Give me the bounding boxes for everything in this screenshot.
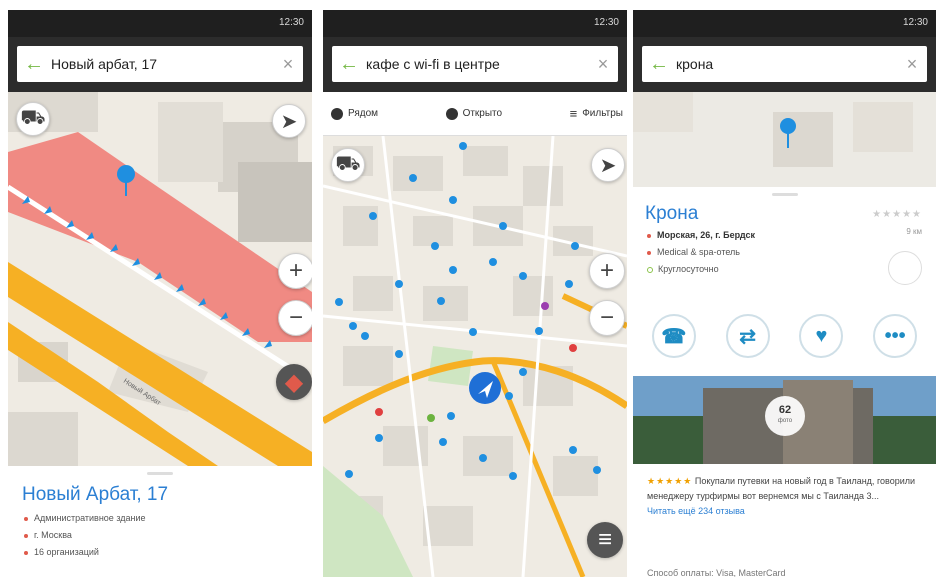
screen-address-search: 12:30 ← Новый арбат, 17 × Новый Арбат ⛟ … <box>8 10 312 577</box>
photo-count-badge[interactable]: 62 фото <box>765 396 805 436</box>
clock-icon <box>445 107 458 120</box>
map-view[interactable] <box>323 136 627 577</box>
status-time: 12:30 <box>278 17 304 28</box>
route-button[interactable]: ⇄ <box>725 314 770 358</box>
place-title: Крона <box>645 203 699 224</box>
locate-me-icon[interactable]: ➤ <box>272 104 306 138</box>
building <box>633 92 693 132</box>
status-time: 12:30 <box>902 17 928 28</box>
zoom-out-button[interactable]: − <box>278 300 312 336</box>
search-bar: ← крона × <box>633 37 936 92</box>
read-more-reviews-link[interactable]: Читать ещё 234 отзыва <box>647 506 745 516</box>
back-arrow-icon[interactable]: ← <box>642 53 676 76</box>
filter-icon: ≡ <box>569 106 578 121</box>
status-time: 12:30 <box>593 17 619 28</box>
screen-place-details: 12:30 ← крона × Крона ★★★★★ 9 км Морская… <box>633 10 936 577</box>
share-button[interactable] <box>888 251 922 285</box>
metro-marker <box>375 408 383 416</box>
bullet-icon <box>24 533 28 538</box>
search-box[interactable]: ← кафе с wi-fi в центре × <box>332 46 618 82</box>
search-bar: ← Новый арбат, 17 × <box>8 37 312 92</box>
nearby-icon <box>331 107 343 120</box>
bullet-icon <box>647 250 651 255</box>
bullet-icon <box>24 550 28 555</box>
map-view[interactable]: Новый Арбат <box>8 92 312 466</box>
search-bar: ← кафе с wi-fi в центре × <box>323 37 627 92</box>
favorite-button[interactable]: ♥ <box>799 314 844 358</box>
map-view[interactable] <box>633 92 936 187</box>
screen-cafe-search: 12:30 ← кафе с wi-fi в центре × Рядом От… <box>323 10 627 577</box>
zoom-out-button[interactable]: − <box>589 300 625 336</box>
metro-marker <box>569 344 577 352</box>
back-arrow-icon[interactable]: ← <box>17 53 51 76</box>
action-buttons: ☎ ⇄ ♥ ••• <box>633 314 936 358</box>
payment-info: Способ оплаты: Visa, MasterCard <box>647 568 786 577</box>
building <box>773 112 833 167</box>
search-input[interactable]: кафе с wi-fi в центре <box>366 56 588 72</box>
metro-marker <box>541 302 549 310</box>
place-category: Medical & spa-отель <box>647 244 755 261</box>
distance: 9 км <box>906 227 922 236</box>
building <box>158 102 223 182</box>
status-bar: 12:30 <box>323 10 627 37</box>
zoom-in-button[interactable]: + <box>589 253 625 289</box>
review-stars: ★★★★★ <box>647 476 693 486</box>
place-detail: 16 организаций <box>24 544 146 561</box>
place-address: Морская, 26, г. Бердск <box>647 227 755 244</box>
list-view-button[interactable]: ≡ <box>587 522 623 558</box>
drag-handle[interactable] <box>147 472 173 475</box>
locate-me-icon[interactable]: ➤ <box>591 148 625 182</box>
building <box>8 412 78 466</box>
more-button[interactable]: ••• <box>873 314 918 358</box>
search-input[interactable]: Новый арбат, 17 <box>51 56 273 72</box>
clear-icon[interactable]: × <box>897 54 927 75</box>
status-bar: 12:30 <box>8 10 312 37</box>
place-card[interactable]: Новый Арбат, 17 Административное здание … <box>8 466 312 577</box>
building <box>853 102 913 152</box>
search-box[interactable]: ← крона × <box>642 46 927 82</box>
back-arrow-icon[interactable]: ← <box>332 53 366 76</box>
place-detail: Административное здание <box>24 510 146 527</box>
bullet-icon <box>647 233 651 238</box>
review-snippet[interactable]: ★★★★★ Покупали путевки на новый год в Та… <box>647 474 920 519</box>
filter-bar: Рядом Открыто ≡ Фильтры <box>323 92 627 136</box>
metro-marker <box>427 414 435 422</box>
status-bar: 12:30 <box>633 10 936 37</box>
zoom-in-button[interactable]: + <box>278 253 312 289</box>
clear-icon[interactable]: × <box>273 54 303 75</box>
traffic-car-icon[interactable]: ⛟ <box>16 102 50 136</box>
search-input[interactable]: крона <box>676 56 897 72</box>
traffic-car-icon[interactable]: ⛟ <box>331 148 365 182</box>
clear-icon[interactable]: × <box>588 54 618 75</box>
building <box>238 162 312 242</box>
place-title: Новый Арбат, 17 <box>22 484 169 505</box>
place-detail: г. Москва <box>24 527 146 544</box>
filter-open-now[interactable]: Открыто <box>445 107 502 120</box>
call-button[interactable]: ☎ <box>651 314 696 358</box>
filter-nearby[interactable]: Рядом <box>331 107 378 120</box>
rating-stars: ★★★★★ <box>872 209 922 220</box>
filter-settings[interactable]: ≡ Фильтры <box>570 106 623 121</box>
bullet-icon <box>24 516 28 521</box>
search-box[interactable]: ← Новый арбат, 17 × <box>17 46 303 82</box>
place-hours: Круглосуточно <box>647 261 755 278</box>
drag-handle[interactable] <box>771 193 798 196</box>
compass-icon[interactable]: ◆ <box>276 364 312 400</box>
open-hours-icon <box>647 266 653 273</box>
place-photo[interactable]: 62 фото <box>633 376 936 464</box>
